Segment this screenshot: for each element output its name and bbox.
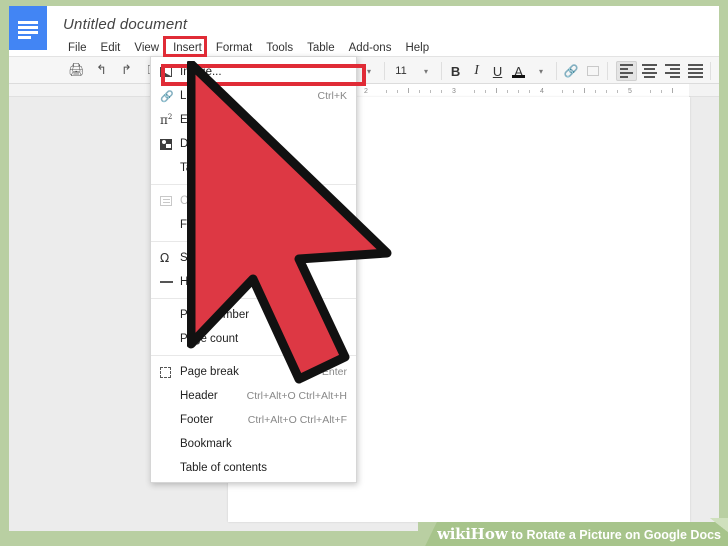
redo-icon[interactable]: ↱	[114, 58, 139, 82]
page-break-icon	[160, 366, 180, 378]
bold-button[interactable]: B	[445, 64, 466, 79]
watermark-text: wikiHow to Rotate a Picture on Google Do…	[437, 525, 721, 543]
omega-icon: Ω	[160, 251, 170, 265]
horizontal-line-icon	[160, 281, 180, 283]
toolbar-divider	[441, 62, 443, 80]
menu-option-accel: Ctrl+K	[317, 90, 347, 102]
menu-option-header[interactable]: Header Ctrl+Alt+O Ctrl+Alt+H	[151, 384, 356, 408]
menu-option-label: Comment	[180, 195, 230, 207]
watermark-how: How	[470, 525, 508, 543]
equation-icon: π2	[160, 113, 173, 127]
text-color-button[interactable]: A	[508, 64, 529, 79]
menu-item-table[interactable]: Table	[300, 39, 342, 57]
menu-option-label: Footer	[180, 414, 214, 426]
watermark-rest: to Rotate a Picture on Google Docs	[507, 528, 721, 542]
menu-option-label: Table	[180, 162, 208, 174]
menu-divider	[151, 241, 356, 242]
menu-option-label: Page count	[180, 333, 239, 345]
menu-option-page-number[interactable]: Page number	[151, 303, 356, 327]
ruler-label-5: 5	[628, 88, 632, 95]
menu-option-comment: Comment	[151, 189, 356, 213]
menu-item-addons[interactable]: Add-ons	[342, 39, 399, 57]
menu-item-file[interactable]: File	[61, 39, 94, 57]
menu-divider	[151, 355, 356, 356]
font-size-caret-icon[interactable]: ▾	[414, 67, 438, 76]
menu-option-label: Page number	[180, 309, 250, 321]
document-workspace	[9, 97, 719, 531]
menu-option-accel: Ctrl+Enter	[299, 366, 347, 378]
menu-option-special-characters[interactable]: Ω Special characters	[151, 246, 356, 270]
menu-bar: File Edit View Insert Format Tools Table…	[61, 39, 436, 57]
font-size-value[interactable]: 11	[388, 65, 414, 77]
line-spacing-icon[interactable]: ↕	[714, 59, 719, 83]
insert-menu-highlight-box	[163, 36, 207, 57]
menu-option-label: Drawing...	[180, 138, 232, 150]
menu-option-label: Header	[180, 390, 218, 402]
menu-option-drawing[interactable]: Drawing...	[151, 132, 356, 156]
align-justify-icon[interactable]	[685, 61, 706, 81]
app-header: Untitled document File Edit View Insert …	[9, 6, 719, 56]
toolbar-divider	[384, 62, 386, 80]
menu-option-footnote[interactable]: Footnote	[151, 213, 356, 237]
ruler-label-4: 4	[540, 88, 544, 95]
comment-icon	[160, 196, 180, 206]
link-icon[interactable]: 🔗	[560, 64, 582, 78]
ruler-label-2: 2	[364, 88, 368, 95]
menu-item-tools[interactable]: Tools	[259, 39, 300, 57]
google-docs-icon[interactable]	[9, 6, 47, 50]
google-docs-window: Untitled document File Edit View Insert …	[9, 6, 719, 531]
menu-option-accel: Ctrl+Alt+O Ctrl+Alt+F	[247, 414, 347, 426]
toolbar-divider	[607, 62, 609, 80]
align-center-icon[interactable]	[639, 61, 660, 81]
alignment-group	[615, 61, 707, 81]
menu-option-page-break[interactable]: Page break Ctrl+Enter	[151, 360, 356, 384]
comment-icon[interactable]	[582, 66, 604, 76]
menu-option-label: Horizontal line	[180, 276, 253, 288]
italic-button[interactable]: I	[466, 63, 487, 79]
menu-option-accel: Ctrl+Alt+O Ctrl+Alt+H	[246, 390, 347, 402]
menu-option-label: Special characters	[180, 252, 275, 264]
watermark-wiki: wiki	[437, 525, 471, 543]
menu-option-label: Bookmark	[180, 438, 232, 450]
menu-option-label: Page break	[180, 366, 239, 378]
menu-option-footer[interactable]: Footer Ctrl+Alt+O Ctrl+Alt+F	[151, 408, 356, 432]
document-title[interactable]: Untitled document	[63, 16, 187, 33]
menu-divider	[151, 184, 356, 185]
menu-item-help[interactable]: Help	[398, 39, 436, 57]
link-icon: 🔗	[160, 90, 174, 103]
menu-option-bookmark[interactable]: Bookmark	[151, 432, 356, 456]
menu-option-label: Footnote	[180, 219, 226, 231]
menu-option-table[interactable]: Table	[151, 156, 356, 180]
menu-option-page-count[interactable]: Page count	[151, 327, 356, 351]
screenshot-frame: Untitled document File Edit View Insert …	[0, 0, 728, 546]
menu-option-table-of-contents[interactable]: Table of contents	[151, 456, 356, 480]
toolbar-right-group: ▾ 11 ▾ B I U A ▾ 🔗	[357, 57, 719, 85]
toolbar-divider	[710, 62, 712, 80]
menu-option-label: Link...	[180, 90, 211, 102]
align-left-icon[interactable]	[616, 61, 638, 81]
menu-option-link[interactable]: 🔗 Link... Ctrl+K	[151, 84, 356, 108]
align-right-icon[interactable]	[662, 61, 683, 81]
drawing-icon	[160, 138, 180, 150]
print-icon[interactable]: 🖨	[64, 58, 89, 82]
toolbar-divider	[556, 62, 558, 80]
undo-icon[interactable]: ↰	[89, 58, 114, 82]
insert-dropdown-menu: Image... 🔗 Link... Ctrl+K π2 Equation...…	[150, 56, 357, 483]
watermark-corner-accent	[710, 518, 728, 532]
menu-item-format[interactable]: Format	[209, 39, 259, 57]
menu-option-label: Equation...	[180, 114, 235, 126]
ruler-label-3: 3	[452, 88, 456, 95]
underline-button[interactable]: U	[487, 64, 508, 79]
wikihow-watermark: wikiHow to Rotate a Picture on Google Do…	[418, 522, 728, 546]
menu-option-label: Table of contents	[180, 462, 267, 474]
menu-option-equation[interactable]: π2 Equation...	[151, 108, 356, 132]
text-color-caret-icon[interactable]: ▾	[529, 67, 553, 76]
menu-option-horizontal-line[interactable]: Horizontal line	[151, 270, 356, 294]
menu-divider	[151, 298, 356, 299]
image-option-highlight-box	[161, 64, 366, 86]
menu-item-view[interactable]: View	[127, 39, 166, 57]
menu-item-edit[interactable]: Edit	[94, 39, 128, 57]
